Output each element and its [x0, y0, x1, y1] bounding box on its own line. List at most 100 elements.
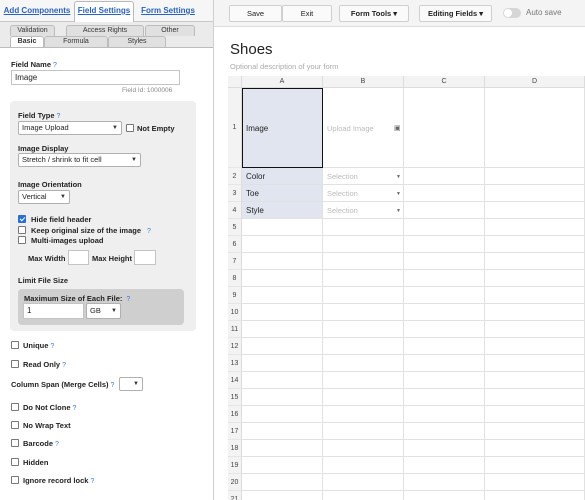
grid-cell[interactable]: [323, 423, 404, 440]
grid-cell[interactable]: [404, 202, 485, 219]
row-header[interactable]: 9: [228, 287, 242, 304]
grid-cell[interactable]: [242, 355, 323, 372]
row-header[interactable]: 12: [228, 338, 242, 355]
grid-cell[interactable]: [404, 406, 485, 423]
grid-cell[interactable]: [404, 168, 485, 185]
grid-cell[interactable]: [485, 406, 585, 423]
max-height-input[interactable]: [134, 250, 156, 265]
grid-cell[interactable]: [242, 287, 323, 304]
grid-cell[interactable]: [242, 372, 323, 389]
help-icon[interactable]: ?: [50, 343, 54, 350]
grid-cell[interactable]: [242, 457, 323, 474]
help-icon[interactable]: ?: [111, 382, 115, 389]
grid-cell[interactable]: [404, 338, 485, 355]
editing-fields-button[interactable]: Editing Fields ▾: [419, 5, 492, 22]
grid-cell[interactable]: [323, 389, 404, 406]
row-header[interactable]: 1: [228, 88, 242, 168]
row-header[interactable]: 8: [228, 270, 242, 287]
selection-placeholder[interactable]: Selection: [327, 206, 358, 215]
grid-cell[interactable]: [485, 168, 585, 185]
grid-cell[interactable]: [485, 457, 585, 474]
row-header[interactable]: 16: [228, 406, 242, 423]
grid-cell[interactable]: [404, 219, 485, 236]
grid-cell[interactable]: [242, 440, 323, 457]
column-header-d[interactable]: D: [485, 76, 585, 88]
selection-placeholder[interactable]: Selection: [327, 189, 358, 198]
hidden-checkbox[interactable]: [11, 458, 19, 466]
grid-cell[interactable]: [242, 270, 323, 287]
grid-cell[interactable]: [485, 270, 585, 287]
row-header[interactable]: 6: [228, 236, 242, 253]
column-header-a[interactable]: A: [242, 76, 323, 88]
grid-cell[interactable]: [242, 491, 323, 500]
field-name-input[interactable]: Image: [11, 70, 180, 85]
grid-cell[interactable]: [404, 304, 485, 321]
grid-cell[interactable]: [323, 491, 404, 500]
grid-cell[interactable]: [323, 457, 404, 474]
grid-cell[interactable]: [485, 423, 585, 440]
row-header[interactable]: 18: [228, 440, 242, 457]
do-not-clone-checkbox[interactable]: [11, 403, 19, 411]
grid-cell[interactable]: [323, 219, 404, 236]
grid-cell[interactable]: [323, 253, 404, 270]
row-header[interactable]: 14: [228, 372, 242, 389]
grid-cell[interactable]: [404, 372, 485, 389]
grid-cell[interactable]: [404, 355, 485, 372]
empty-cell[interactable]: [485, 88, 585, 168]
form-description[interactable]: Optional description of your form: [230, 62, 338, 71]
grid-cell[interactable]: [242, 406, 323, 423]
tab-styles[interactable]: Styles: [108, 36, 166, 47]
read-only-checkbox[interactable]: [11, 360, 19, 368]
grid-cell[interactable]: [323, 287, 404, 304]
multi-upload-checkbox[interactable]: [18, 236, 26, 244]
row-header[interactable]: 7: [228, 253, 242, 270]
selection-placeholder[interactable]: Selection: [327, 172, 358, 181]
grid-cell[interactable]: [242, 338, 323, 355]
help-icon[interactable]: ?: [90, 478, 94, 485]
tab-add-components[interactable]: Add Components: [2, 2, 72, 21]
tab-validation[interactable]: Validation: [10, 25, 55, 36]
column-span-select[interactable]: ▼: [119, 377, 143, 391]
row-header[interactable]: 20: [228, 474, 242, 491]
field-type-select[interactable]: Image Upload ▼: [18, 121, 122, 135]
grid-cell[interactable]: [323, 236, 404, 253]
tab-other[interactable]: Other: [145, 25, 195, 36]
size-unit-select[interactable]: GB ▼: [86, 303, 121, 319]
grid-cell[interactable]: [323, 338, 404, 355]
row-header[interactable]: 5: [228, 219, 242, 236]
grid-cell[interactable]: [485, 287, 585, 304]
grid-cell[interactable]: [485, 321, 585, 338]
grid-cell[interactable]: [242, 321, 323, 338]
grid-cell[interactable]: [485, 253, 585, 270]
grid-cell[interactable]: [242, 474, 323, 491]
help-icon[interactable]: ?: [55, 441, 59, 448]
grid-cell[interactable]: [404, 270, 485, 287]
grid-cell[interactable]: [323, 355, 404, 372]
grid-cell[interactable]: [404, 236, 485, 253]
hide-header-checkbox[interactable]: [18, 215, 26, 223]
grid-cell[interactable]: [242, 423, 323, 440]
empty-cell[interactable]: [404, 88, 485, 168]
grid-cell[interactable]: [485, 236, 585, 253]
grid-cell[interactable]: [323, 474, 404, 491]
keep-original-checkbox[interactable]: [18, 226, 26, 234]
row-header[interactable]: 21: [228, 491, 242, 500]
grid-cell[interactable]: [323, 321, 404, 338]
grid-cell[interactable]: [323, 304, 404, 321]
help-icon[interactable]: ?: [57, 113, 61, 120]
form-title[interactable]: Shoes: [230, 41, 273, 58]
tab-access-rights[interactable]: Access Rights: [66, 25, 144, 36]
exit-button[interactable]: Exit: [282, 5, 332, 22]
grid-cell[interactable]: [242, 253, 323, 270]
column-header-b[interactable]: B: [323, 76, 404, 88]
grid-cell[interactable]: [485, 474, 585, 491]
grid-cell[interactable]: [485, 185, 585, 202]
tab-field-settings[interactable]: Field Settings: [74, 1, 134, 22]
grid-cell[interactable]: [404, 287, 485, 304]
grid-cell[interactable]: [404, 321, 485, 338]
grid-cell[interactable]: [485, 219, 585, 236]
row-header[interactable]: 10: [228, 304, 242, 321]
max-width-input[interactable]: [68, 250, 89, 265]
grid-cell[interactable]: [404, 474, 485, 491]
grid-cell[interactable]: [404, 423, 485, 440]
